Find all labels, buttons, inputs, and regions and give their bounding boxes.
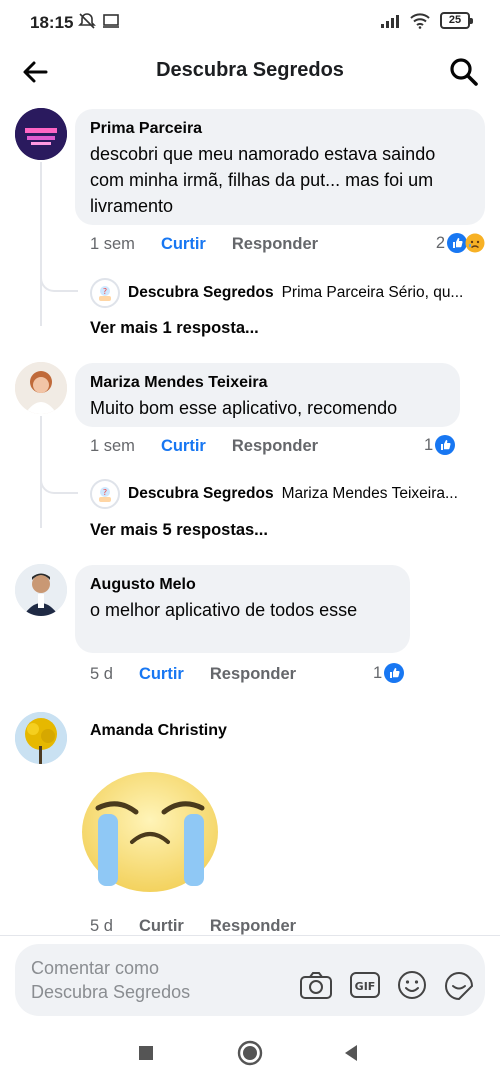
sad-face-icon: [465, 233, 485, 253]
thumbs-up-icon: [435, 435, 456, 455]
reply-avatar: ?: [90, 278, 120, 308]
thread-connector: [40, 464, 78, 494]
reaction-summary[interactable]: 2: [436, 233, 485, 253]
app-logo-icon: ?: [99, 286, 111, 301]
comment-composer-bar: Comentar como Descubra Segredos GIF: [0, 935, 500, 1023]
comment-bubble[interactable]: Augusto Melo o melhor aplicativo de todo…: [75, 565, 410, 653]
back-nav-icon[interactable]: [342, 1043, 360, 1063]
signal-icon: [381, 14, 399, 28]
gif-icon[interactable]: GIF: [349, 970, 381, 1000]
see-more-replies[interactable]: Ver mais 5 respostas...: [90, 521, 268, 540]
comment-input[interactable]: Comentar como Descubra Segredos GIF: [15, 944, 485, 1016]
wifi-icon: [410, 12, 430, 29]
thread-connector: [40, 262, 78, 292]
avatar[interactable]: [15, 564, 67, 616]
app-header: Descubra Segredos: [0, 44, 500, 100]
crying-emoji-sticker[interactable]: [80, 770, 220, 895]
system-navigation-bar: [0, 1023, 500, 1083]
like-button[interactable]: Curtir: [139, 665, 184, 684]
reply-preview[interactable]: ? Descubra Segredos Mariza Mendes Teixei…: [90, 479, 485, 509]
reply-button[interactable]: Responder: [210, 917, 296, 936]
comment-text: o melhor aplicativo de todos esse: [90, 600, 358, 620]
status-bar: 18:15 25: [0, 0, 500, 44]
profile-picture: [15, 712, 67, 764]
like-button[interactable]: Curtir: [139, 917, 184, 936]
like-button[interactable]: Curtir: [161, 235, 206, 254]
reply-avatar: ?: [90, 479, 120, 509]
recent-apps-icon[interactable]: [137, 1044, 155, 1062]
comment-text: descobri que meu namorado estava saindo …: [90, 144, 436, 216]
smiley-icon[interactable]: [397, 970, 427, 1000]
reply-button[interactable]: Responder: [232, 235, 318, 254]
home-icon[interactable]: [237, 1040, 263, 1066]
comment-time: 1 sem: [90, 235, 135, 253]
profile-picture: [15, 564, 67, 616]
comment-actions: 5 d Curtir Responder: [90, 665, 296, 684]
reply-button[interactable]: Responder: [232, 437, 318, 456]
camera-icon[interactable]: [299, 970, 333, 1000]
svg-text:GIF: GIF: [355, 980, 376, 993]
reply-text: Mariza Mendes Teixeira...: [281, 485, 458, 502]
battery-icon: 25: [440, 12, 473, 29]
comment-bubble[interactable]: Prima Parceira descobri que meu namorado…: [75, 109, 485, 225]
crying-face-icon: [82, 772, 218, 892]
avatar[interactable]: [15, 362, 67, 414]
reply-author: Descubra Segredos: [128, 485, 274, 502]
comment-bubble[interactable]: Mariza Mendes Teixeira Muito bom esse ap…: [75, 363, 460, 427]
thumbs-up-icon: [384, 663, 405, 683]
svg-text:?: ?: [103, 287, 107, 296]
comment-time: 5 d: [90, 665, 113, 683]
comment-actions: 5 d Curtir Responder: [90, 917, 296, 936]
status-time: 18:15: [30, 13, 74, 32]
search-icon: [450, 58, 478, 86]
comment-text: Muito bom esse aplicativo, recomendo: [90, 398, 398, 418]
reaction-count: 1: [424, 435, 434, 454]
avatar[interactable]: [15, 712, 67, 764]
reaction-summary[interactable]: 1: [424, 435, 456, 455]
reaction-count: 2: [435, 233, 445, 252]
svg-text:?: ?: [103, 488, 107, 497]
reply-text: Prima Parceira Sério, qu...: [281, 284, 464, 301]
avatar[interactable]: [15, 108, 67, 160]
reaction-count: 1: [373, 663, 383, 682]
comment-time: 1 sem: [90, 437, 135, 455]
comment-author[interactable]: Augusto Melo: [90, 575, 395, 595]
app-logo-icon: ?: [99, 487, 111, 502]
comment-author[interactable]: Prima Parceira: [90, 119, 470, 139]
sticker-icon[interactable]: [443, 970, 475, 1000]
comment-time: 5 d: [90, 917, 113, 935]
profile-picture: [15, 362, 67, 414]
profile-picture: [15, 108, 67, 160]
comment-actions: 1 sem Curtir Responder: [90, 235, 318, 254]
comment-author[interactable]: Amanda Christiny: [90, 721, 227, 741]
comment-placeholder: Comentar como Descubra Segredos: [31, 958, 191, 1002]
see-more-replies[interactable]: Ver mais 1 resposta...: [90, 319, 259, 338]
search-button[interactable]: [448, 56, 480, 88]
screen-cast-icon: [103, 14, 119, 28]
reply-author: Descubra Segredos: [128, 284, 274, 301]
thread-line: [40, 162, 42, 326]
do-not-disturb-icon: [78, 13, 96, 29]
comment-actions: 1 sem Curtir Responder: [90, 437, 318, 456]
comment-author[interactable]: Mariza Mendes Teixeira: [90, 373, 445, 393]
reply-button[interactable]: Responder: [210, 665, 296, 684]
page-title: Descubra Segredos: [156, 59, 344, 81]
like-button[interactable]: Curtir: [161, 437, 206, 456]
thumbs-up-icon: [447, 233, 467, 253]
reply-preview[interactable]: ? Descubra Segredos Prima Parceira Sério…: [90, 278, 485, 308]
reaction-summary[interactable]: 1: [373, 663, 405, 683]
